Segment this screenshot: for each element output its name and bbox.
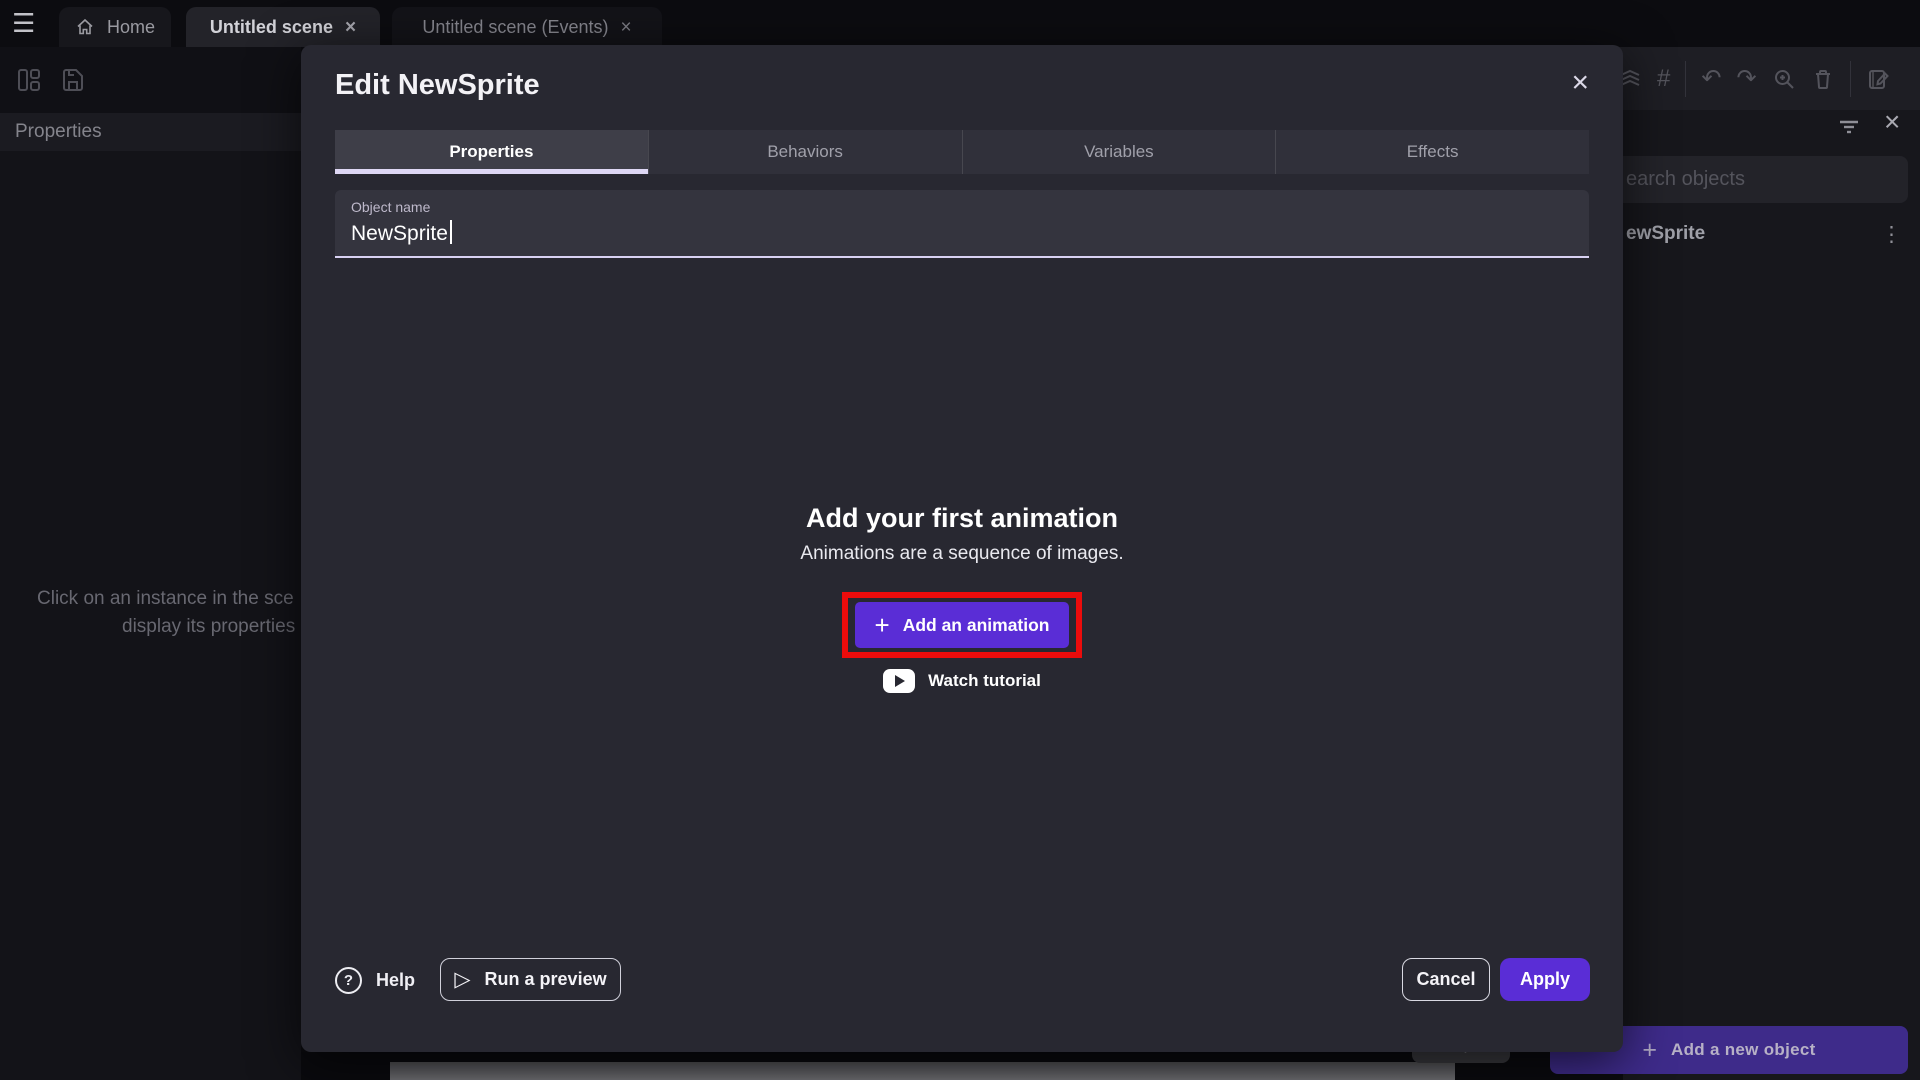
filter-icon[interactable] xyxy=(1836,114,1862,140)
object-name-field[interactable]: Object name NewSprite xyxy=(335,190,1589,258)
hamburger-menu-icon[interactable]: ☰ xyxy=(12,8,35,38)
tab-scene-label: Untitled scene xyxy=(210,17,333,38)
home-icon xyxy=(75,17,95,37)
undo-icon[interactable]: ↶ xyxy=(1701,67,1721,91)
dialog-tab-bar: Properties Behaviors Variables Effects xyxy=(335,130,1589,174)
watch-tutorial-link[interactable]: Watch tutorial xyxy=(301,669,1623,693)
tab-effects-label: Effects xyxy=(1407,142,1459,162)
text-caret xyxy=(450,220,452,244)
add-animation-button[interactable]: + Add an animation xyxy=(855,602,1069,648)
object-item-label: ewSprite xyxy=(1626,223,1705,245)
help-button[interactable]: ? Help xyxy=(335,958,415,1002)
close-icon[interactable]: × xyxy=(1571,67,1589,99)
tab-behaviors-label: Behaviors xyxy=(767,142,843,162)
object-list-item[interactable]: ewSprite ⋮ xyxy=(1623,210,1920,258)
properties-panel-header: Properties xyxy=(0,113,301,151)
plus-icon: + xyxy=(875,612,890,638)
tab-effects[interactable]: Effects xyxy=(1275,130,1589,174)
highlight-rectangle: + Add an animation xyxy=(842,592,1082,658)
apply-button[interactable]: Apply xyxy=(1500,958,1590,1001)
scene-canvas xyxy=(390,1062,1455,1080)
zoom-in-icon[interactable] xyxy=(1772,67,1796,91)
tab-home-label: Home xyxy=(107,17,155,38)
empty-state-heading: Add your first animation xyxy=(301,503,1623,534)
close-icon[interactable]: × xyxy=(345,18,356,37)
top-bar: ☰ Home Untitled scene × Untitled scene (… xyxy=(0,0,1920,47)
grid-icon[interactable]: # xyxy=(1657,67,1670,91)
tab-behaviors[interactable]: Behaviors xyxy=(648,130,962,174)
properties-empty-text-line1: Click on an instance in the sce xyxy=(37,588,301,610)
close-icon[interactable]: × xyxy=(1884,106,1900,138)
toolbar-divider xyxy=(1850,61,1851,97)
tab-variables[interactable]: Variables xyxy=(962,130,1276,174)
object-name-label: Object name xyxy=(351,199,430,215)
edit-object-dialog: Edit NewSprite × Properties Behaviors Va… xyxy=(301,45,1623,1052)
play-icon: ▷ xyxy=(454,969,470,990)
toolbar-divider xyxy=(1685,61,1686,97)
tab-properties[interactable]: Properties xyxy=(335,130,648,174)
tab-events-label: Untitled scene (Events) xyxy=(422,17,608,38)
watch-tutorial-label: Watch tutorial xyxy=(928,671,1041,691)
close-icon[interactable]: × xyxy=(620,18,631,37)
layout-dashboard-icon[interactable] xyxy=(16,66,42,94)
more-options-icon[interactable]: ⋮ xyxy=(1881,222,1902,247)
properties-empty-text-line2: display its properties xyxy=(122,616,295,638)
plus-icon: + xyxy=(1642,1038,1657,1063)
tab-untitled-scene-events[interactable]: Untitled scene (Events) × xyxy=(392,7,662,47)
dialog-footer: ? Help ▷ Run a preview Cancel Apply xyxy=(301,958,1623,1002)
empty-state-subtitle: Animations are a sequence of images. xyxy=(301,543,1623,565)
youtube-icon xyxy=(883,669,915,693)
help-label: Help xyxy=(376,970,415,991)
properties-panel-title: Properties xyxy=(15,121,102,143)
help-icon: ? xyxy=(335,967,362,994)
add-animation-label: Add an animation xyxy=(903,615,1050,636)
trash-icon[interactable] xyxy=(1811,67,1835,91)
run-preview-button[interactable]: ▷ Run a preview xyxy=(440,958,621,1001)
search-placeholder: earch objects xyxy=(1626,168,1745,191)
edit-scene-icon[interactable] xyxy=(1866,67,1890,91)
scene-toolbar: # ↶ ↷ xyxy=(1610,47,1920,110)
tab-untitled-scene[interactable]: Untitled scene × xyxy=(186,7,380,47)
search-objects-input[interactable]: earch objects xyxy=(1598,156,1908,203)
save-icon[interactable] xyxy=(60,66,86,94)
add-object-label: Add a new object xyxy=(1671,1040,1816,1060)
redo-icon[interactable]: ↷ xyxy=(1736,67,1756,91)
tab-variables-label: Variables xyxy=(1084,142,1154,162)
dialog-title: Edit NewSprite xyxy=(335,69,540,102)
object-name-value: NewSprite xyxy=(351,220,452,246)
cancel-button[interactable]: Cancel xyxy=(1402,958,1490,1001)
tab-properties-label: Properties xyxy=(449,142,533,162)
run-preview-label: Run a preview xyxy=(485,969,607,990)
tab-home[interactable]: Home xyxy=(59,7,171,47)
left-toolbar xyxy=(0,47,301,113)
